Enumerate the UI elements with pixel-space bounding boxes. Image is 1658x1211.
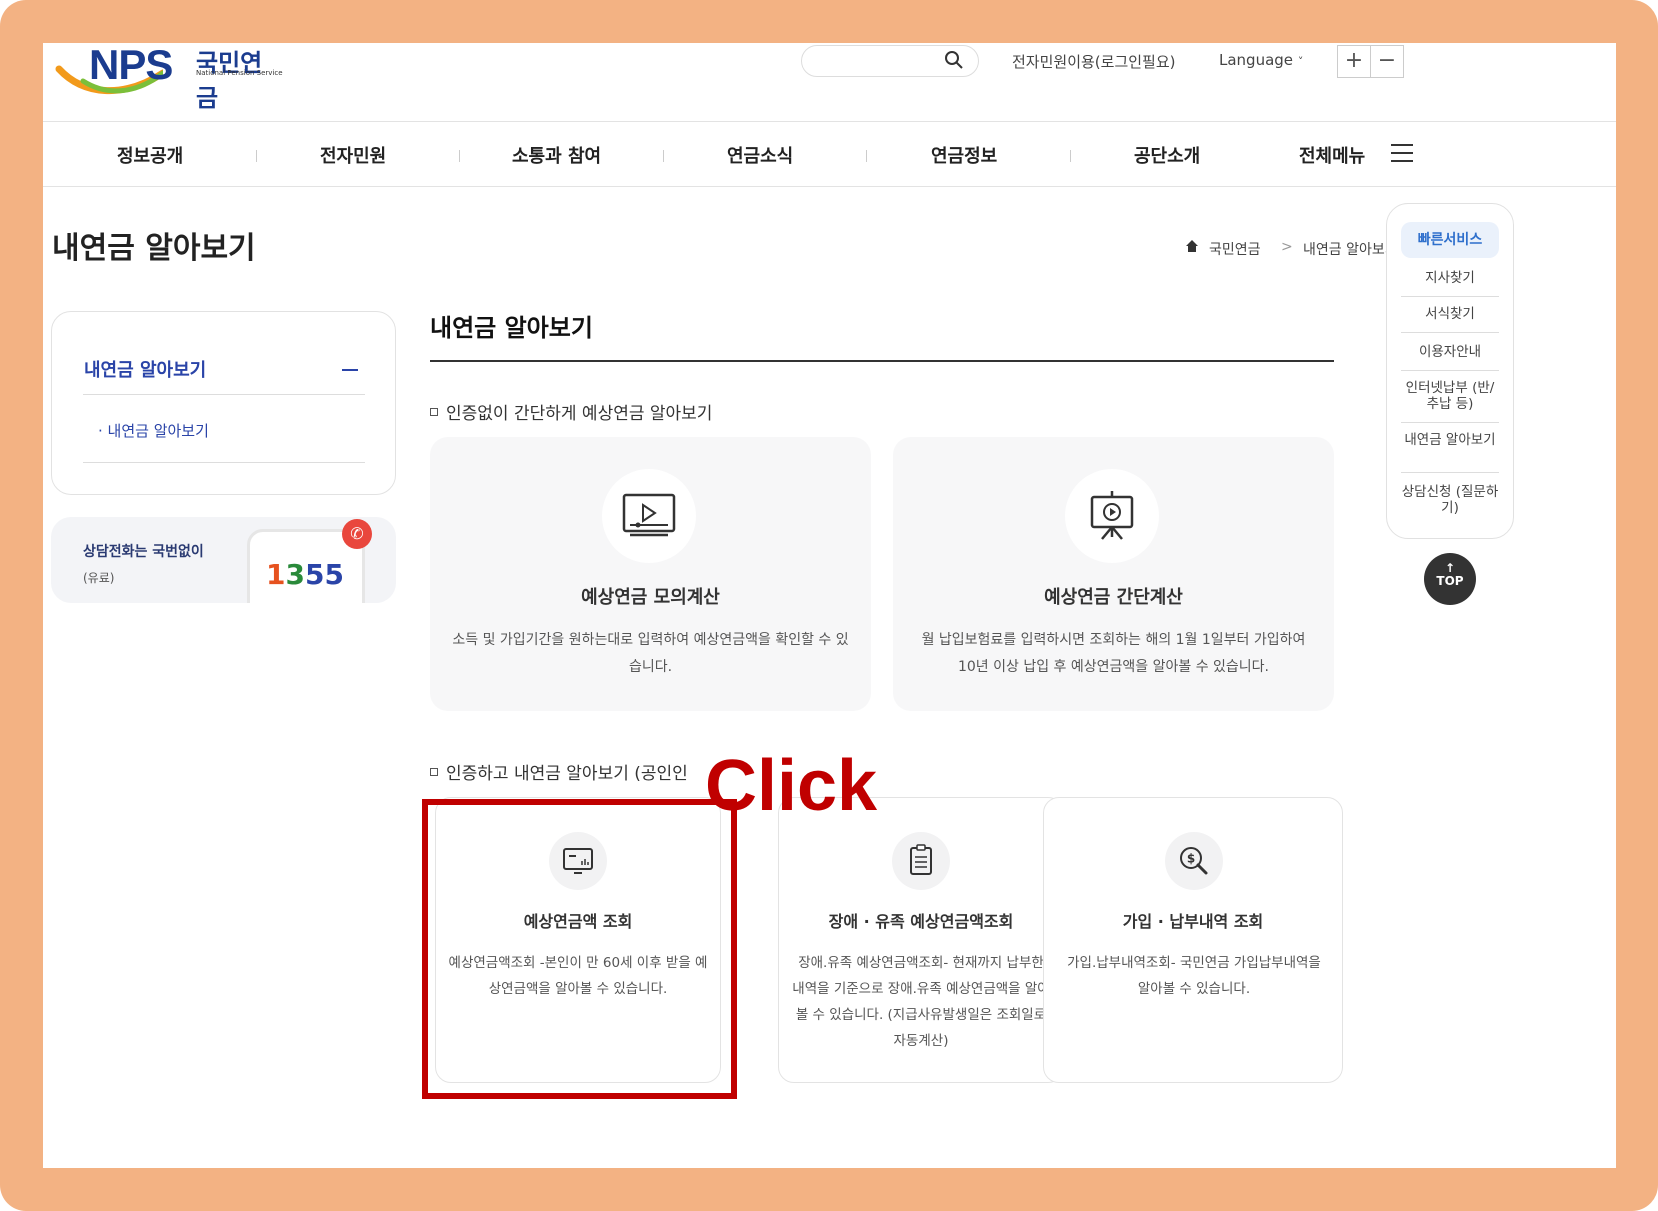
money-search-icon: $ (1165, 832, 1223, 890)
nav-divider (866, 150, 867, 162)
bullet-square-icon (430, 408, 438, 416)
payment-history-card[interactable]: $ 가입 · 납부내역 조회 가입.납부내역조회- 국민연금 가입납부내역을 알… (1043, 797, 1343, 1083)
content-heading: 내연금 알아보기 (430, 314, 593, 342)
heading-divider (430, 360, 1334, 362)
search-input[interactable] (801, 45, 979, 77)
clipboard-icon (892, 832, 950, 890)
breadcrumb-current: 내연금 알아보기 (1303, 242, 1398, 258)
logo-english-text: National Pension Service (196, 69, 283, 77)
call-center-banner[interactable]: 상담전화는 국번없이 (유료) 1355 ✆ (51, 517, 396, 603)
nps-logo[interactable]: NPS 국민연금 National Pension Service (53, 43, 283, 112)
logo-korean-text: 국민연금 (196, 49, 263, 112)
page-title: 내연금 알아보기 (52, 231, 256, 266)
nav-item-news[interactable]: 연금소식 (727, 142, 793, 168)
breadcrumb-home[interactable]: 국민연금 (1209, 239, 1261, 259)
divider (83, 462, 365, 463)
call-number: 1355 (266, 558, 344, 591)
chevron-down-icon: ˅ (1297, 55, 1304, 68)
collapse-minus-icon[interactable] (342, 369, 358, 371)
chevron-right-icon: > (1281, 239, 1293, 255)
logo-nps-text: NPS (89, 43, 173, 88)
card-title: 가입 · 납부내역 조회 (1122, 912, 1264, 931)
zoom-out-button[interactable]: − (1370, 45, 1404, 78)
hamburger-menu-icon[interactable] (1391, 144, 1413, 162)
zoom-in-button[interactable]: + (1337, 45, 1371, 78)
nav-item-about[interactable]: 공단소개 (1134, 142, 1200, 168)
presentation-board-icon (1065, 469, 1159, 563)
scroll-top-button[interactable]: ↑ TOP (1424, 553, 1476, 605)
search-icon[interactable] (944, 50, 964, 70)
top-label: TOP (1436, 574, 1464, 588)
language-label: Language (1219, 51, 1294, 69)
nav-item-info[interactable]: 정보공개 (117, 142, 183, 168)
divider (1401, 332, 1499, 333)
divider (1401, 422, 1499, 423)
divider (83, 394, 365, 395)
svg-text:$: $ (1187, 852, 1195, 866)
side-menu-item[interactable]: · 내연금 알아보기 (98, 420, 209, 441)
side-menu: 내연금 알아보기 · 내연금 알아보기 (51, 311, 396, 495)
click-highlight-box (422, 799, 737, 1099)
nav-divider (663, 150, 664, 162)
card-title: 장애 · 유족 예상연금액조회 (828, 912, 1014, 931)
quick-item-guide[interactable]: 이용자안내 (1401, 344, 1499, 360)
section-heading-auth: 인증하고 내연금 알아보기 (공인인 (430, 759, 688, 784)
nav-item-communication[interactable]: 소통과 참여 (512, 142, 601, 168)
nav-item-all-menu[interactable]: 전체메뉴 (1299, 142, 1365, 168)
language-select[interactable]: Language ˅ (1219, 51, 1303, 69)
quick-item-my-pension[interactable]: 내연금 알아보기 (1401, 432, 1499, 448)
card-description: 장애.유족 예상연금액조회- 현재까지 납부한 내역을 기준으로 장애.유족 예… (792, 955, 1050, 1049)
bullet-square-icon (430, 768, 438, 776)
quick-item-internet-pay[interactable]: 인터넷납부 (반/추납 등) (1401, 380, 1499, 412)
section-heading-no-auth: 인증없이 간단하게 예상연금 알아보기 (430, 399, 712, 424)
click-annotation-label: Click (705, 746, 878, 826)
card-description: 월 납입보험료를 입력하시면 조회하는 해의 1월 1일부터 가입하여 10년 … (921, 632, 1306, 675)
phone-call-icon: ✆ (342, 519, 372, 549)
side-menu-title[interactable]: 내연금 알아보기 (84, 356, 206, 382)
quick-service-title[interactable]: 빠른서비스 (1401, 222, 1499, 258)
main-navigation: 정보공개 전자민원 소통과 참여 연금소식 연금정보 공단소개 전체메뉴 (43, 121, 1616, 187)
nav-divider (256, 150, 257, 162)
nav-item-eservice[interactable]: 전자민원 (320, 142, 386, 168)
simple-calc-card[interactable]: 예상연금 간단계산 월 납입보험료를 입력하시면 조회하는 해의 1월 1일부터… (893, 437, 1334, 711)
card-description: 가입.납부내역조회- 국민연금 가입납부내역을 알아볼 수 있습니다. (1067, 955, 1321, 997)
quick-item-consult[interactable]: 상담신청 (질문하기) (1401, 484, 1499, 516)
arrow-up-icon: ↑ (1444, 561, 1456, 575)
mock-calc-card[interactable]: 예상연금 모의계산 소득 및 가입기간을 원하는대로 입력하여 예상연금액을 확… (430, 437, 871, 711)
card-title: 예상연금 모의계산 (581, 587, 720, 608)
video-monitor-icon (602, 469, 696, 563)
quick-item-forms[interactable]: 서식찾기 (1401, 306, 1499, 322)
quick-item-branch[interactable]: 지사찾기 (1401, 270, 1499, 286)
card-title: 예상연금 간단계산 (1044, 587, 1183, 608)
disability-survivor-card[interactable]: 장애 · 유족 예상연금액조회 장애.유족 예상연금액조회- 현재까지 납부한 … (778, 797, 1064, 1083)
call-banner-paid: (유료) (83, 571, 115, 585)
quick-service-panel: 빠른서비스 지사찾기 서식찾기 이용자안내 인터넷납부 (반/추납 등) 내연금… (1386, 203, 1514, 539)
nav-divider (459, 150, 460, 162)
call-banner-text: 상담전화는 국번없이 (83, 544, 204, 560)
nav-divider (1070, 150, 1071, 162)
home-icon[interactable] (1185, 239, 1199, 257)
divider (1401, 370, 1499, 371)
eservice-login-link[interactable]: 전자민원이용(로그인필요) (1012, 51, 1176, 72)
card-description: 소득 및 가입기간을 원하는대로 입력하여 예상연금액을 확인할 수 있습니다. (452, 632, 849, 675)
divider (1401, 472, 1499, 473)
divider (1401, 296, 1499, 297)
page: NPS 국민연금 National Pension Service 전자민원이용… (43, 43, 1616, 1168)
nav-item-pension-info[interactable]: 연금정보 (931, 142, 997, 168)
